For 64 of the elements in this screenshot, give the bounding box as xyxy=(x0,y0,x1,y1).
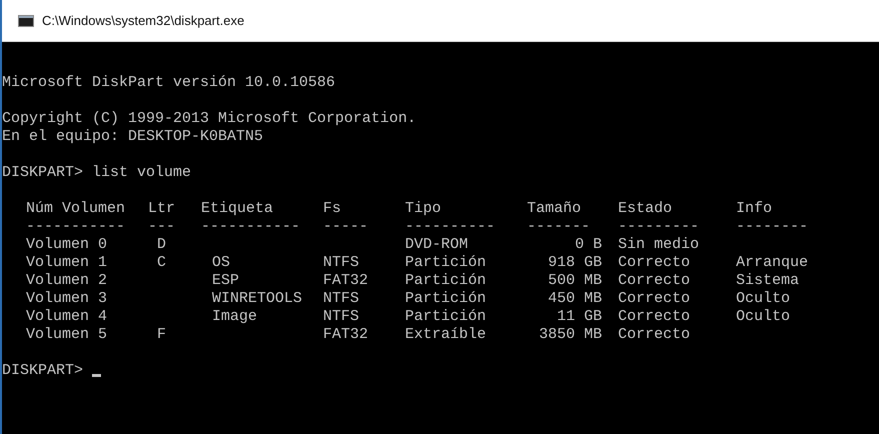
text-cursor xyxy=(92,374,102,377)
column-header: Ltr xyxy=(148,200,176,218)
table-cell-text: D xyxy=(156,236,168,254)
table-cell-text: Image xyxy=(211,308,258,326)
column-header: Info xyxy=(736,200,774,218)
table-cell-text: Sin medio xyxy=(618,236,700,254)
column-rule: ------- xyxy=(527,218,592,236)
console-line: Copyright (C) 1999-2013 Microsoft Corporation. xyxy=(2,110,418,128)
table-cell-text: Partición xyxy=(405,308,488,326)
column-header: Etiqueta xyxy=(201,200,274,218)
table-cell-text: 450 MB xyxy=(546,290,603,308)
table-cell-text: NTFS xyxy=(323,254,360,272)
column-rule: --------- xyxy=(618,218,700,236)
column-header: Núm Volumen xyxy=(26,200,126,218)
table-cell-text: Correcto xyxy=(618,308,692,326)
table-cell-text: Correcto xyxy=(618,326,692,344)
column-rule: -------- xyxy=(736,218,810,236)
table-cell-text: 0 B xyxy=(574,236,603,254)
column-header: Estado xyxy=(618,200,674,218)
column-rule: ---------- xyxy=(405,218,496,236)
table-cell-text: Volumen 1 xyxy=(26,254,108,272)
table-cell-text: Extraíble xyxy=(405,326,488,344)
table-cell-text: Correcto xyxy=(618,272,692,290)
table-cell-text: 3850 MB xyxy=(538,326,603,344)
table-cell-text: Partición xyxy=(405,272,488,290)
table-cell-text: Volumen 3 xyxy=(26,290,108,308)
table-cell-text: Oculto xyxy=(736,290,792,308)
column-rule: ----------- xyxy=(26,218,126,236)
table-cell-text: DVD-ROM xyxy=(405,236,470,254)
table-cell-text: ESP xyxy=(211,272,240,290)
table-cell-text: OS xyxy=(211,254,232,272)
table-cell-text: Volumen 2 xyxy=(26,272,108,290)
table-cell-text: Correcto xyxy=(618,254,692,272)
table-cell-text: Volumen 4 xyxy=(26,308,108,326)
console-line: DISKPART> list volume xyxy=(2,164,192,182)
table-cell-text: F xyxy=(156,326,168,344)
table-cell-text: Sistema xyxy=(736,272,800,290)
table-cell-text: FAT32 xyxy=(323,326,370,344)
console-icon xyxy=(18,14,34,26)
table-cell-text: Arranque xyxy=(736,254,810,272)
table-cell-text: Volumen 0 xyxy=(26,236,108,254)
console-prompt: DISKPART> xyxy=(2,362,84,380)
column-header: Tamaño xyxy=(527,200,582,218)
table-cell-text: C xyxy=(156,254,168,272)
table-cell-text: FAT32 xyxy=(323,272,370,290)
table-cell-text: NTFS xyxy=(323,290,360,308)
table-cell-text: Volumen 5 xyxy=(26,326,108,344)
table-cell-text: 918 GB xyxy=(546,254,603,272)
column-rule: ----- xyxy=(323,218,370,236)
table-cell-text: NTFS xyxy=(323,308,360,326)
table-cell-text: Partición xyxy=(405,290,488,308)
table-cell-text: Oculto xyxy=(736,308,792,326)
table-cell-text: WINRETOOLS xyxy=(211,290,304,308)
column-header: Tipo xyxy=(405,200,442,218)
table-cell-text: 500 MB xyxy=(546,272,603,290)
table-cell-text: Partición xyxy=(405,254,488,272)
table-cell-text: Correcto xyxy=(618,290,692,308)
column-rule: ----------- xyxy=(201,218,302,236)
console-line: En el equipo: DESKTOP-K0BATN5 xyxy=(2,128,264,146)
window-title: C:\Windows\system32\diskpart.exe xyxy=(42,13,244,28)
column-rule: --- xyxy=(148,218,176,236)
console-line: Microsoft DiskPart versión 10.0.10586 xyxy=(2,74,336,92)
table-cell-text: 11 GB xyxy=(556,308,603,326)
column-header: Fs xyxy=(323,200,342,218)
